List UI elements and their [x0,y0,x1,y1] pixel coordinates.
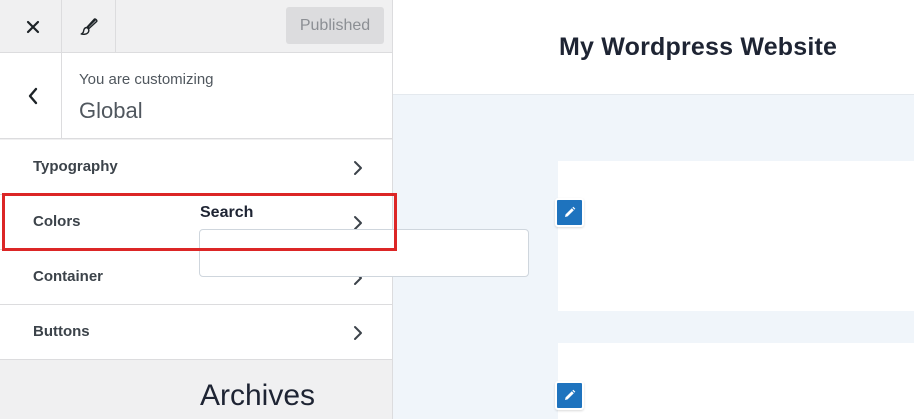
published-button[interactable]: Published [286,7,384,44]
menu-item-label: Typography [33,158,118,175]
chevron-right-icon [354,326,362,340]
site-preview: My Wordpress Website [393,0,914,419]
menu-item-label: Container [33,268,104,285]
close-icon [26,20,40,33]
customize-brush-button[interactable] [62,0,116,53]
pencil-icon [565,389,576,400]
search-widget-label: Search [200,204,254,221]
search-input[interactable] [199,229,529,277]
menu-item-label: Buttons [33,323,90,340]
edit-archives-widget-button[interactable] [555,381,584,410]
paintbrush-icon [80,17,98,35]
archives-widget-title: Archives [200,379,316,412]
customizer-sidebar: Published You are customizing Global Typ… [0,0,393,419]
site-title[interactable]: My Wordpress Website [559,33,837,62]
customizing-label: You are customizing [79,71,214,88]
chevron-right-icon [354,161,362,175]
archives-widget [558,343,914,419]
pencil-icon [565,206,576,217]
site-header: My Wordpress Website [393,0,914,95]
close-customizer-button[interactable] [5,0,62,53]
chevron-left-icon [28,87,38,104]
section-header: You are customizing Global [0,53,392,139]
menu-item-label: Colors [33,213,81,230]
back-button[interactable] [5,53,62,138]
customizer-toolbar: Published [0,0,392,53]
menu-item-typography[interactable]: Typography [0,140,392,195]
edit-search-widget-button[interactable] [555,198,584,227]
menu-item-buttons[interactable]: Buttons [0,305,392,360]
section-title: Global [79,98,143,123]
search-widget [558,161,914,311]
